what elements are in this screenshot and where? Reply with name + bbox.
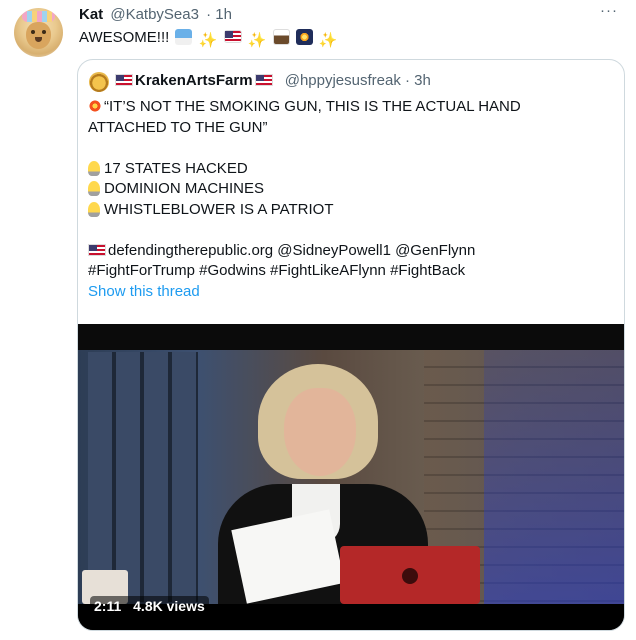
quote-line-text: WHISTLEBLOWER IS A PATRIOT <box>104 200 334 218</box>
author-avatar[interactable] <box>14 8 63 57</box>
lightbulb-emoji-icon <box>88 160 100 176</box>
video-person-face <box>284 388 356 476</box>
hashtags-line: #FightForTrump #Godwins #FightLikeAFlynn… <box>88 262 466 279</box>
collision-emoji-icon <box>88 99 102 113</box>
sparkles-emoji-icon: ✨ <box>318 32 338 49</box>
eye <box>42 30 46 34</box>
us-flag-emoji-icon <box>88 243 106 256</box>
more-options-icon[interactable]: ··· <box>600 3 618 18</box>
quote-line: defendingtherepublic.org @SidneyPowell1 … <box>88 241 618 262</box>
us-flag-emoji-icon <box>223 30 242 43</box>
quoted-author-handle[interactable]: @hppyjesusfreak <box>285 72 401 89</box>
video-views: 4.8K views <box>133 598 205 614</box>
fireworks-emoji-icon <box>295 29 313 45</box>
quoted-tweet[interactable]: KrakenArtsFarm @hppyjesusfreak · 3h “IT’… <box>77 59 625 631</box>
tweet-text: AWESOME!!! ✨ ✨ ✨ <box>79 28 338 49</box>
quote-line: WHISTLEBLOWER IS A PATRIOT <box>88 200 618 221</box>
video-tablet-dot <box>402 568 418 584</box>
video-background-light <box>484 350 624 604</box>
author-name[interactable]: Kat <box>79 6 103 23</box>
video-stats: 2:11 4.8K views <box>90 596 209 616</box>
quote-line: “IT’S NOT THE SMOKING GUN, THIS IS THE A… <box>88 97 618 118</box>
eye <box>31 30 35 34</box>
quote-line-text: “IT’S NOT THE SMOKING GUN, THIS IS THE A… <box>104 98 521 115</box>
quote-line: ATTACHED TO THE GUN” <box>88 118 268 136</box>
lightbulb-emoji-icon <box>88 201 100 217</box>
video-duration: 2:11 <box>94 598 122 614</box>
lightbulb-emoji-icon <box>88 181 100 196</box>
video-background-window <box>88 352 198 602</box>
quoted-tweet-time[interactable]: · 3h <box>405 72 431 89</box>
quote-line: DOMINION MACHINES <box>88 179 618 200</box>
sparkles-emoji-icon: ✨ <box>247 32 267 49</box>
quote-line-text: 17 STATES HACKED <box>104 159 248 177</box>
truck-emoji-icon <box>175 29 193 45</box>
tweet-text-content: AWESOME!!! <box>79 29 170 46</box>
tweet-time[interactable]: · 1h <box>206 6 232 23</box>
tweet-header: Kat @KatbySea3 · 1h <box>79 6 232 24</box>
us-flag-emoji-icon <box>254 74 273 86</box>
quote-line: 17 STATES HACKED <box>88 159 618 180</box>
us-flag-emoji-icon <box>115 74 133 86</box>
eagle-emoji-icon <box>272 29 290 45</box>
lion-cub-face <box>26 22 51 49</box>
quote-line-text: defendingtherepublic.org @SidneyPowell1 … <box>108 241 476 259</box>
quote-line-text: DOMINION MACHINES <box>104 180 265 197</box>
video-player[interactable]: 2:11 4.8K views <box>78 324 624 630</box>
flower-crown <box>22 11 55 22</box>
quoted-author-name[interactable]: KrakenArtsFarm <box>135 72 253 89</box>
author-handle[interactable]: @KatbySea3 <box>110 6 199 23</box>
quoted-tweet-header: KrakenArtsFarm @hppyjesusfreak · 3h <box>115 71 431 92</box>
sparkles-emoji-icon: ✨ <box>198 32 218 49</box>
quoted-author-avatar[interactable] <box>89 72 109 92</box>
quoted-tweet-text: “IT’S NOT THE SMOKING GUN, THIS IS THE A… <box>88 97 618 302</box>
show-thread-link[interactable]: Show this thread <box>88 282 618 303</box>
